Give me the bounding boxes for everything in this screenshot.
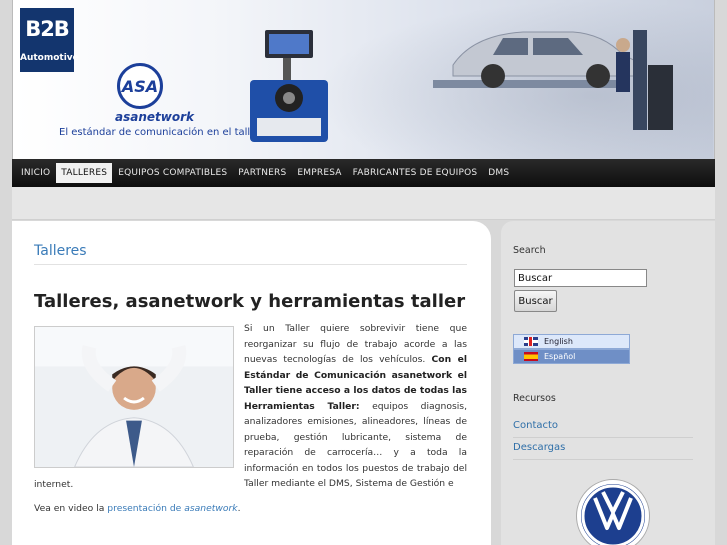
main-navigation: INICIO TALLERES EQUIPOS COMPATIBLES PART… [12,159,715,187]
post-body: Si un Taller quiere sobrevivir tiene que… [244,321,467,492]
header-divider-strip [12,187,715,220]
presentation-link[interactable]: presentación de asanetwork [107,503,237,514]
sidebar-divider [513,437,693,438]
site-header: B2B Automotive ASA asanetwork El estánda… [12,0,715,159]
car-lift-image [433,30,673,130]
nav-item-dms[interactable]: DMS [483,163,514,183]
nav-item-empresa[interactable]: EMPRESA [292,163,346,183]
search-button[interactable]: Buscar [514,290,557,312]
asa-logo-name: asanetwork [115,110,194,124]
video-line: Vea en video la presentación de asanetwo… [34,503,241,514]
post-title: Talleres, asanetwork y herramientas tall… [34,291,466,312]
video-prefix: Vea en video la [34,503,108,514]
cut-off-text-placeholder [34,539,334,545]
b2b-logo-text: B2B [25,17,70,41]
main-content: Talleres Talleres, asanetwork y herramie… [12,221,491,545]
nav-item-inicio[interactable]: INICIO [16,163,55,183]
nav-item-partners[interactable]: PARTNERS [233,163,291,183]
uk-flag-icon [524,337,538,346]
search-label: Search [513,245,546,256]
sidebar: Search Buscar English Español Recursos C… [501,221,715,545]
language-spanish-label: Español [544,352,576,361]
businessman-photo [34,326,234,468]
site-slogan: El estándar de comunicación en el taller [59,127,261,138]
tire-machine-image [250,30,328,142]
presentation-link-italic: asanetwork [184,503,238,514]
spain-flag-icon [524,352,538,361]
nav-item-fabricantes[interactable]: FABRICANTES DE EQUIPOS [348,163,483,183]
resources-label: Recursos [513,393,556,404]
section-title: Talleres [34,243,87,259]
volkswagen-logo[interactable] [577,480,649,545]
vw-emblem-icon [581,484,645,545]
b2b-logo[interactable]: B2B Automotive [20,8,79,72]
cut-off-text [34,539,334,545]
nav-item-equipos-compatibles[interactable]: EQUIPOS COMPATIBLES [113,163,232,183]
presentation-link-text: presentación de [107,503,185,514]
title-divider [34,264,467,265]
video-suffix: . [237,503,241,514]
nav-item-talleres[interactable]: TALLERES [56,163,113,183]
language-english[interactable]: English [513,334,630,349]
post-body-tail: internet. [34,479,74,490]
sidebar-divider [513,459,693,460]
post-body-list: equipos diagnosis, analizadores emisione… [244,400,468,490]
language-english-label: English [544,337,573,346]
asa-logo[interactable]: ASA [117,63,163,109]
downloads-link[interactable]: Descargas [513,442,565,453]
language-spanish[interactable]: Español [513,349,630,364]
b2b-logo-subtext: Automotive [20,53,79,63]
contact-link[interactable]: Contacto [513,420,558,431]
search-input[interactable] [514,269,647,287]
